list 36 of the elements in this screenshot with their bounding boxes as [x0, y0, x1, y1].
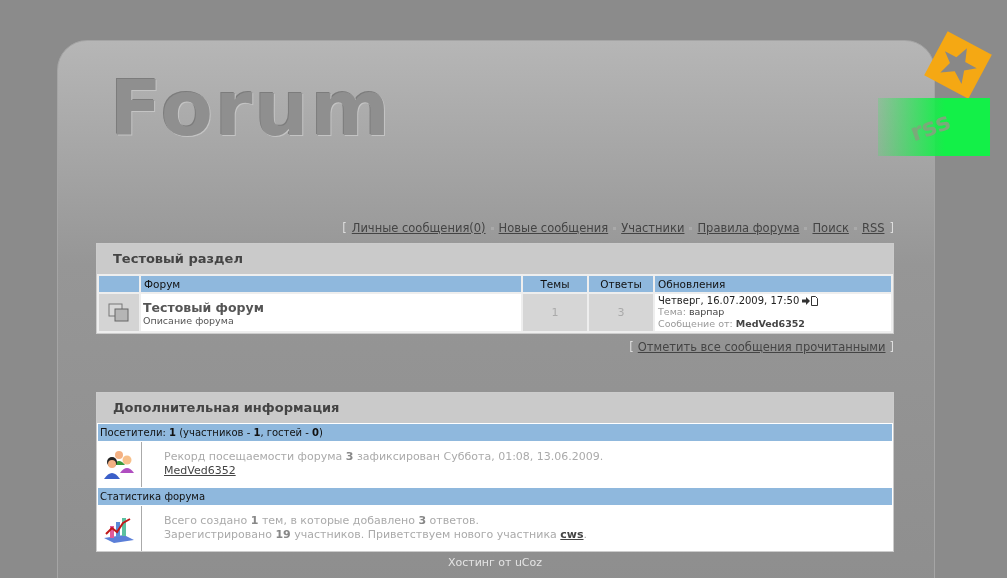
rss-logo: rss	[868, 30, 993, 160]
user-link[interactable]: cws	[560, 528, 584, 541]
user-link[interactable]: MedVed6352	[164, 464, 236, 477]
bracket: [	[342, 221, 347, 235]
topic-label: Тема:	[658, 306, 686, 317]
section-title: Дополнительная информация	[97, 393, 893, 423]
users-icon	[103, 449, 135, 480]
info-heading: Посетители: 1 (участников - 1, гостей - 0)	[97, 423, 893, 442]
bracket: [	[629, 340, 634, 354]
info-text: Рекорд посещаемости форума 3 зафиксирован Суббота, 01:08, 13.06.2009.	[164, 450, 604, 463]
forum-link[interactable]: Тестовый форум	[143, 299, 264, 315]
column-header: Темы	[522, 275, 588, 293]
arrow-page-icon[interactable]	[802, 295, 819, 306]
nav-link[interactable]: Новые сообщения	[498, 221, 609, 235]
author-link[interactable]: MedVed6352	[735, 318, 805, 329]
section-title: Тестовый раздел	[97, 244, 893, 274]
column-header: Обновления	[654, 275, 892, 293]
nav-link[interactable]: Личные сообщения(0)	[351, 221, 486, 235]
author-label: Сообщение от:	[658, 318, 733, 329]
info-text: Всего создано 1 тем, в которые добавлено 3 ответов.	[164, 514, 480, 527]
bracket: ]	[889, 340, 894, 354]
column-header: Форум	[140, 275, 522, 293]
last-post-date: Четверг, 16.07.2009, 17:50	[658, 295, 800, 306]
info-text: Зарегистрировано 19 участников. Приветствуем нового участника cws.	[164, 528, 587, 541]
nav-link[interactable]: Участники	[621, 221, 685, 235]
nav-link[interactable]: RSS	[861, 221, 885, 235]
bracket: ]	[889, 221, 894, 235]
topic-link[interactable]: варпар	[688, 306, 725, 317]
forum-description: Описание форума	[143, 314, 234, 326]
column-header: Ответы	[588, 275, 654, 293]
info-heading: Статистика форума	[97, 487, 893, 506]
forum-folder-icon	[108, 302, 130, 323]
nav-link[interactable]: Правила форума	[697, 221, 800, 235]
footer-text: Хостинг от uCoz	[446, 556, 544, 569]
nav-link[interactable]: Поиск	[812, 221, 849, 235]
mark-read-link[interactable]: Отметить все сообщения прочитанными	[637, 340, 886, 354]
